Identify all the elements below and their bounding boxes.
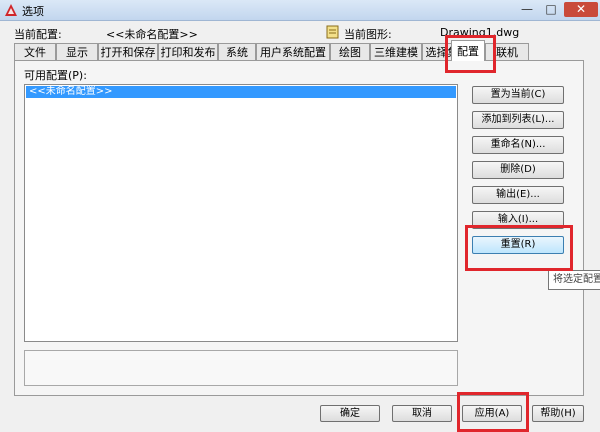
delete-button[interactable]: 删除(D) [472, 161, 564, 179]
profile-list-item[interactable]: <<未命名配置>> [26, 86, 456, 98]
reset-tooltip: 将选定配置 [548, 270, 600, 290]
profiles-listbox[interactable]: <<未命名配置>> [24, 84, 458, 342]
tab-open-save[interactable]: 打开和保存 [98, 43, 158, 60]
tab-3d-modeling[interactable]: 三维建模 [370, 43, 422, 60]
ok-button[interactable]: 确定 [320, 405, 380, 422]
tab-user-preferences[interactable]: 用户系统配置 [256, 43, 330, 60]
close-button[interactable]: ✕ [564, 2, 598, 17]
current-drawing-label: 当前图形: [344, 28, 392, 41]
set-current-button[interactable]: 置为当前(C) [472, 86, 564, 104]
tab-display[interactable]: 显示 [56, 43, 98, 60]
export-button[interactable]: 输出(E)... [472, 186, 564, 204]
current-profile-label: 当前配置: [14, 28, 62, 41]
add-to-list-button[interactable]: 添加到列表(L)... [472, 111, 564, 129]
tab-online[interactable]: 联机 [485, 43, 529, 60]
import-button[interactable]: 输入(I)... [472, 211, 564, 229]
minimize-button[interactable]: — [516, 2, 538, 17]
tab-system[interactable]: 系统 [218, 43, 256, 60]
window-title: 选项 [22, 5, 44, 18]
profile-description-box [24, 350, 458, 386]
maximize-button[interactable]: □ [540, 2, 562, 17]
apply-button[interactable]: 应用(A) [462, 405, 522, 422]
tab-drafting[interactable]: 绘图 [330, 43, 370, 60]
cancel-button[interactable]: 取消 [392, 405, 452, 422]
rename-button[interactable]: 重命名(N)... [472, 136, 564, 154]
current-drawing-value: Drawing1.dwg [440, 26, 520, 39]
autocad-app-icon [5, 4, 17, 16]
title-bar: 选项 — □ ✕ [0, 0, 600, 21]
drawing-file-icon [326, 25, 339, 39]
available-profiles-label: 可用配置(P): [24, 69, 87, 82]
tab-plot-publish[interactable]: 打印和发布 [158, 43, 218, 60]
reset-button[interactable]: 重置(R) [472, 236, 564, 254]
tab-files[interactable]: 文件 [14, 43, 56, 60]
tab-profiles[interactable]: 配置 [451, 40, 485, 61]
help-button[interactable]: 帮助(H) [532, 405, 584, 422]
current-profile-value: <<未命名配置>> [106, 28, 198, 41]
